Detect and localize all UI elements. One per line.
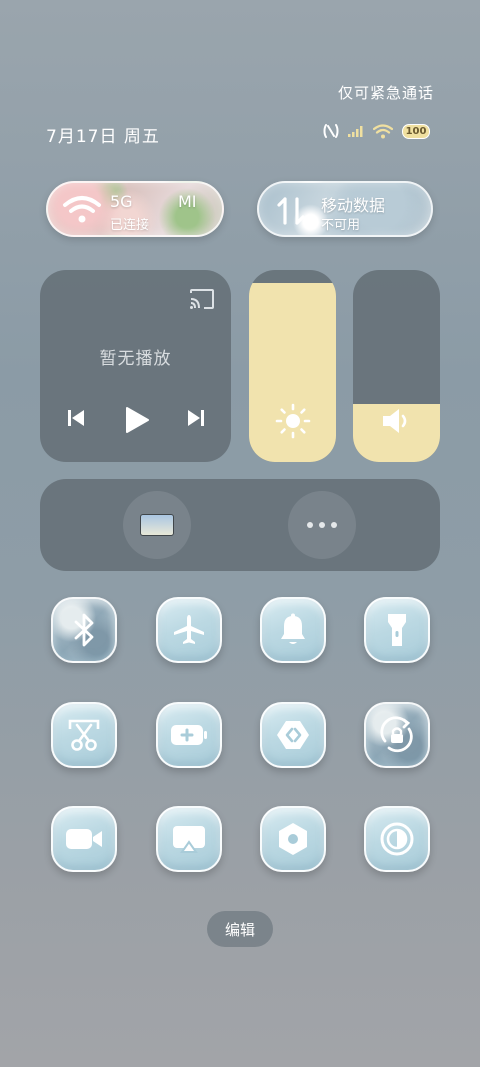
screenshot-tile[interactable]: [51, 702, 117, 768]
brightness-icon: [275, 403, 310, 439]
brightness-slider[interactable]: [249, 270, 336, 462]
emergency-calls-only: 仅可紧急通话: [337, 84, 434, 102]
airplane-icon: [174, 615, 204, 644]
nfc-icon: [323, 124, 339, 138]
mobile-data-toggle[interactable]: 移动数据 不可用: [257, 181, 433, 237]
cast-icon[interactable]: [189, 288, 215, 310]
battery-indicator: 100: [402, 123, 430, 139]
battery-saver-tile[interactable]: [156, 702, 222, 768]
cell-signal-icon: [348, 126, 363, 137]
battery-saver-icon: [171, 725, 207, 745]
ring-mode-tile[interactable]: [260, 597, 326, 663]
bluetooth-tile[interactable]: [51, 597, 117, 663]
settings-tile[interactable]: [260, 806, 326, 872]
bell-icon: [281, 613, 305, 644]
flashlight-icon: [388, 614, 406, 646]
media-player-card[interactable]: 暂无播放: [40, 270, 231, 462]
screen-recorder-tile[interactable]: [51, 806, 117, 872]
rotation-lock-tile[interactable]: [364, 702, 430, 768]
screen-card-button[interactable]: [123, 491, 191, 559]
volume-slider[interactable]: [353, 270, 440, 462]
airplane-mode-tile[interactable]: [156, 597, 222, 663]
mobile-data-state: 不可用: [321, 218, 361, 233]
mobile-data-icon: [277, 197, 305, 225]
status-icons: 100: [323, 122, 430, 140]
wifi-status-icon: [373, 123, 393, 138]
volume-icon: [382, 409, 406, 433]
video-camera-icon: [66, 829, 102, 849]
settings-hex-icon: [279, 823, 307, 855]
next-track-icon[interactable]: [186, 408, 206, 428]
wifi-name-extra: MI: [178, 192, 197, 211]
wifi-name: 5G: [110, 192, 133, 211]
play-icon[interactable]: [124, 406, 150, 434]
wifi-state: 已连接: [110, 218, 150, 233]
more-options-button[interactable]: [288, 491, 356, 559]
date-label: 7月17日 周五: [46, 127, 160, 147]
screen-thumbnail-icon: [140, 514, 174, 536]
rotation-lock-icon: [380, 716, 413, 753]
mobile-data-label: 移动数据: [321, 196, 386, 215]
wifi-icon: [63, 196, 101, 223]
more-dots-icon: [307, 522, 337, 528]
nearby-share-tile[interactable]: [260, 702, 326, 768]
screen-cast-tile[interactable]: [156, 806, 222, 872]
quick-card-bar: [40, 479, 440, 571]
edit-button[interactable]: 编辑: [207, 911, 273, 947]
screen-cast-icon: [173, 826, 205, 853]
previous-track-icon[interactable]: [66, 408, 86, 428]
reading-mode-tile[interactable]: [364, 806, 430, 872]
wifi-toggle[interactable]: 5G MI 已连接: [46, 181, 224, 237]
no-playback-label: 暂无播放: [99, 349, 172, 369]
nearby-share-icon: [277, 721, 309, 749]
reading-mode-icon: [380, 822, 414, 856]
bluetooth-icon: [74, 613, 94, 647]
flashlight-tile[interactable]: [364, 597, 430, 663]
screenshot-scissors-icon: [68, 719, 100, 751]
